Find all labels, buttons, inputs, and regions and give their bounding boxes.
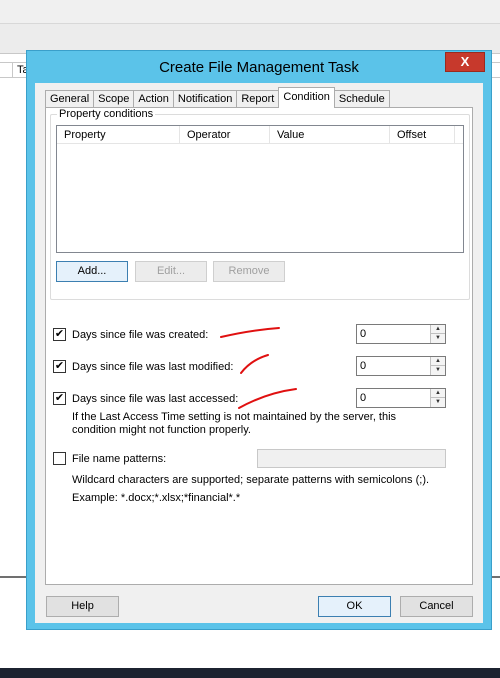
- ok-button[interactable]: OK: [318, 596, 391, 617]
- condition-tab-panel: Property conditions Property Operator Va…: [45, 107, 473, 585]
- taskbar-strip: [0, 668, 500, 678]
- annotation-stroke-3: [238, 388, 297, 409]
- background-toolbar: [0, 0, 500, 24]
- tab-notification[interactable]: Notification: [172, 90, 238, 108]
- tab-report[interactable]: Report: [236, 90, 280, 108]
- annotation-marks: [220, 327, 297, 409]
- tab-action[interactable]: Action: [133, 90, 174, 108]
- tab-schedule[interactable]: Schedule: [333, 90, 390, 108]
- tab-strip: General Scope Action Notification Report…: [45, 86, 390, 108]
- background-column-divider: [12, 62, 13, 78]
- close-button[interactable]: X: [445, 52, 485, 72]
- tab-condition[interactable]: Condition: [278, 87, 335, 108]
- create-file-management-task-dialog: Create File Management Task X General Sc…: [26, 50, 492, 630]
- cancel-button[interactable]: Cancel: [400, 596, 473, 617]
- dialog-title: Create File Management Task: [159, 59, 359, 76]
- annotation-stroke-2: [240, 354, 269, 374]
- tab-scope[interactable]: Scope: [93, 90, 135, 108]
- help-button[interactable]: Help: [46, 596, 119, 617]
- title-bar[interactable]: Create File Management Task X: [27, 51, 491, 83]
- dialog-client-area: General Scope Action Notification Report…: [35, 83, 483, 623]
- annotation-stroke-1: [220, 327, 280, 338]
- tab-general[interactable]: General: [45, 90, 95, 108]
